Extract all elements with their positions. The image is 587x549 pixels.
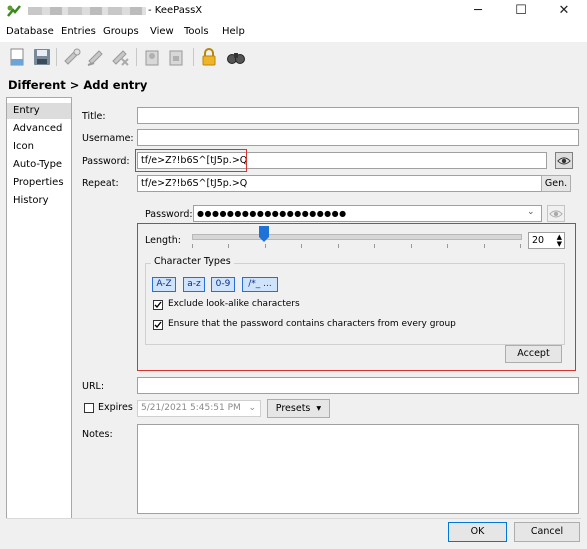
- repeat-field[interactable]: tf/e>Z?!b6S^[tJ5p.>Q: [137, 175, 547, 192]
- length-spinbox[interactable]: 20 ▲ ▼: [528, 232, 565, 249]
- maximize-button[interactable]: ☐: [501, 0, 541, 22]
- expires-datetime-field: 5/21/2021 5:45:51 PM ⌄: [137, 400, 261, 417]
- length-slider-ticks: [192, 244, 521, 250]
- generator-visibility-icon[interactable]: [547, 205, 565, 222]
- sidebar-item-auto-type[interactable]: Auto-Type: [7, 157, 71, 173]
- generated-password-field[interactable]: ●●●●●●●●●●●●●●●●●●●●: [193, 205, 542, 222]
- slider-tick: [265, 244, 266, 248]
- digits-toggle[interactable]: 0-9: [211, 277, 235, 292]
- sidebar-item-properties[interactable]: Properties: [7, 175, 71, 191]
- add-entry-icon[interactable]: [62, 47, 82, 67]
- new-database-icon[interactable]: [8, 47, 28, 67]
- sidebar-item-entry[interactable]: Entry: [7, 103, 71, 119]
- copy-username-icon[interactable]: [143, 47, 163, 67]
- length-slider-track[interactable]: [192, 234, 522, 240]
- expires-datetime-value: 5/21/2021 5:45:51 PM: [141, 403, 241, 413]
- title-label: Title:: [82, 111, 106, 122]
- generator-password-label: Password:: [145, 209, 193, 220]
- slider-tick: [411, 244, 412, 248]
- footer-divider: [6, 518, 581, 519]
- character-types-label: Character Types: [151, 256, 234, 267]
- menu-entries[interactable]: Entries: [61, 26, 96, 37]
- notes-textarea[interactable]: [137, 424, 579, 514]
- dropdown-arrow-icon: ▾: [313, 403, 322, 414]
- menu-database[interactable]: Database: [6, 26, 54, 37]
- blurred-database-name: [28, 7, 146, 15]
- cancel-button[interactable]: Cancel: [514, 522, 580, 542]
- title-field[interactable]: [137, 107, 579, 124]
- repeat-label: Repeat:: [82, 178, 119, 189]
- checkmark-icon: [154, 301, 162, 309]
- slider-tick: [374, 244, 375, 248]
- toggle-password-visibility-icon[interactable]: [555, 152, 573, 169]
- keepassx-app-icon: [7, 5, 21, 17]
- expires-checkbox[interactable]: [84, 403, 94, 413]
- length-label: Length:: [145, 235, 181, 246]
- save-database-icon[interactable]: [32, 47, 52, 67]
- menu-bar: Database Entries Groups View Tools Help: [0, 22, 587, 42]
- slider-tick: [447, 244, 448, 248]
- expires-label: Expires: [98, 402, 133, 413]
- slider-tick: [338, 244, 339, 248]
- username-field[interactable]: [137, 129, 579, 146]
- password-label: Password:: [82, 156, 130, 167]
- toolbar-separator: [136, 48, 137, 66]
- slider-tick: [192, 244, 193, 248]
- toolbar-separator: [193, 48, 194, 66]
- presets-label: Presets: [275, 403, 311, 414]
- slider-tick: [301, 244, 302, 248]
- menu-help[interactable]: Help: [222, 26, 245, 37]
- category-sidebar: Entry Advanced Icon Auto-Type Properties…: [6, 97, 72, 519]
- close-button[interactable]: ✕: [544, 0, 584, 22]
- lock-database-icon[interactable]: [199, 47, 219, 67]
- toolbar: [0, 42, 587, 72]
- sidebar-item-history[interactable]: History: [7, 193, 71, 209]
- special-chars-toggle[interactable]: /*_ ...: [242, 277, 278, 292]
- presets-button[interactable]: Presets ▾: [267, 399, 330, 418]
- menu-tools[interactable]: Tools: [184, 26, 209, 37]
- uppercase-toggle[interactable]: A-Z: [152, 277, 176, 292]
- menu-groups[interactable]: Groups: [103, 26, 139, 37]
- slider-tick: [520, 244, 521, 248]
- url-label: URL:: [82, 381, 105, 392]
- sidebar-item-icon[interactable]: Icon: [7, 139, 71, 155]
- minimize-button[interactable]: ─: [458, 0, 498, 22]
- slider-tick: [484, 244, 485, 248]
- password-highlight-box: [135, 149, 247, 172]
- checkmark-icon: [154, 321, 162, 329]
- menu-view[interactable]: View: [150, 26, 174, 37]
- ok-button[interactable]: OK: [448, 522, 507, 542]
- length-slider-thumb[interactable]: [259, 226, 269, 243]
- every-group-label: Ensure that the password contains charac…: [168, 319, 456, 329]
- toolbar-separator: [56, 48, 57, 66]
- search-icon[interactable]: [226, 47, 246, 67]
- title-bar: - KeePassX ─ ☐ ✕: [0, 0, 587, 22]
- date-dropdown-icon: ⌄: [248, 403, 256, 413]
- url-field[interactable]: [137, 377, 579, 394]
- username-label: Username:: [82, 133, 134, 144]
- window-title: - KeePassX: [148, 5, 203, 16]
- delete-entry-icon[interactable]: [110, 47, 130, 67]
- generate-password-button[interactable]: Gen.: [541, 175, 571, 192]
- edit-entry-icon[interactable]: [86, 47, 106, 67]
- notes-label: Notes:: [82, 429, 113, 440]
- password-history-dropdown-icon[interactable]: ⌄: [527, 207, 535, 217]
- spin-arrows-icon[interactable]: ▲ ▼: [557, 234, 562, 248]
- lowercase-toggle[interactable]: a-z: [183, 277, 205, 292]
- exclude-lookalike-label: Exclude look-alike characters: [168, 299, 300, 309]
- slider-tick: [228, 244, 229, 248]
- exclude-lookalike-checkbox[interactable]: [153, 300, 163, 310]
- copy-password-icon[interactable]: [167, 47, 187, 67]
- length-value: 20: [532, 235, 545, 246]
- every-group-checkbox[interactable]: [153, 320, 163, 330]
- accept-button[interactable]: Accept: [505, 345, 562, 363]
- page-title: Different > Add entry: [8, 78, 148, 92]
- sidebar-item-advanced[interactable]: Advanced: [7, 121, 71, 137]
